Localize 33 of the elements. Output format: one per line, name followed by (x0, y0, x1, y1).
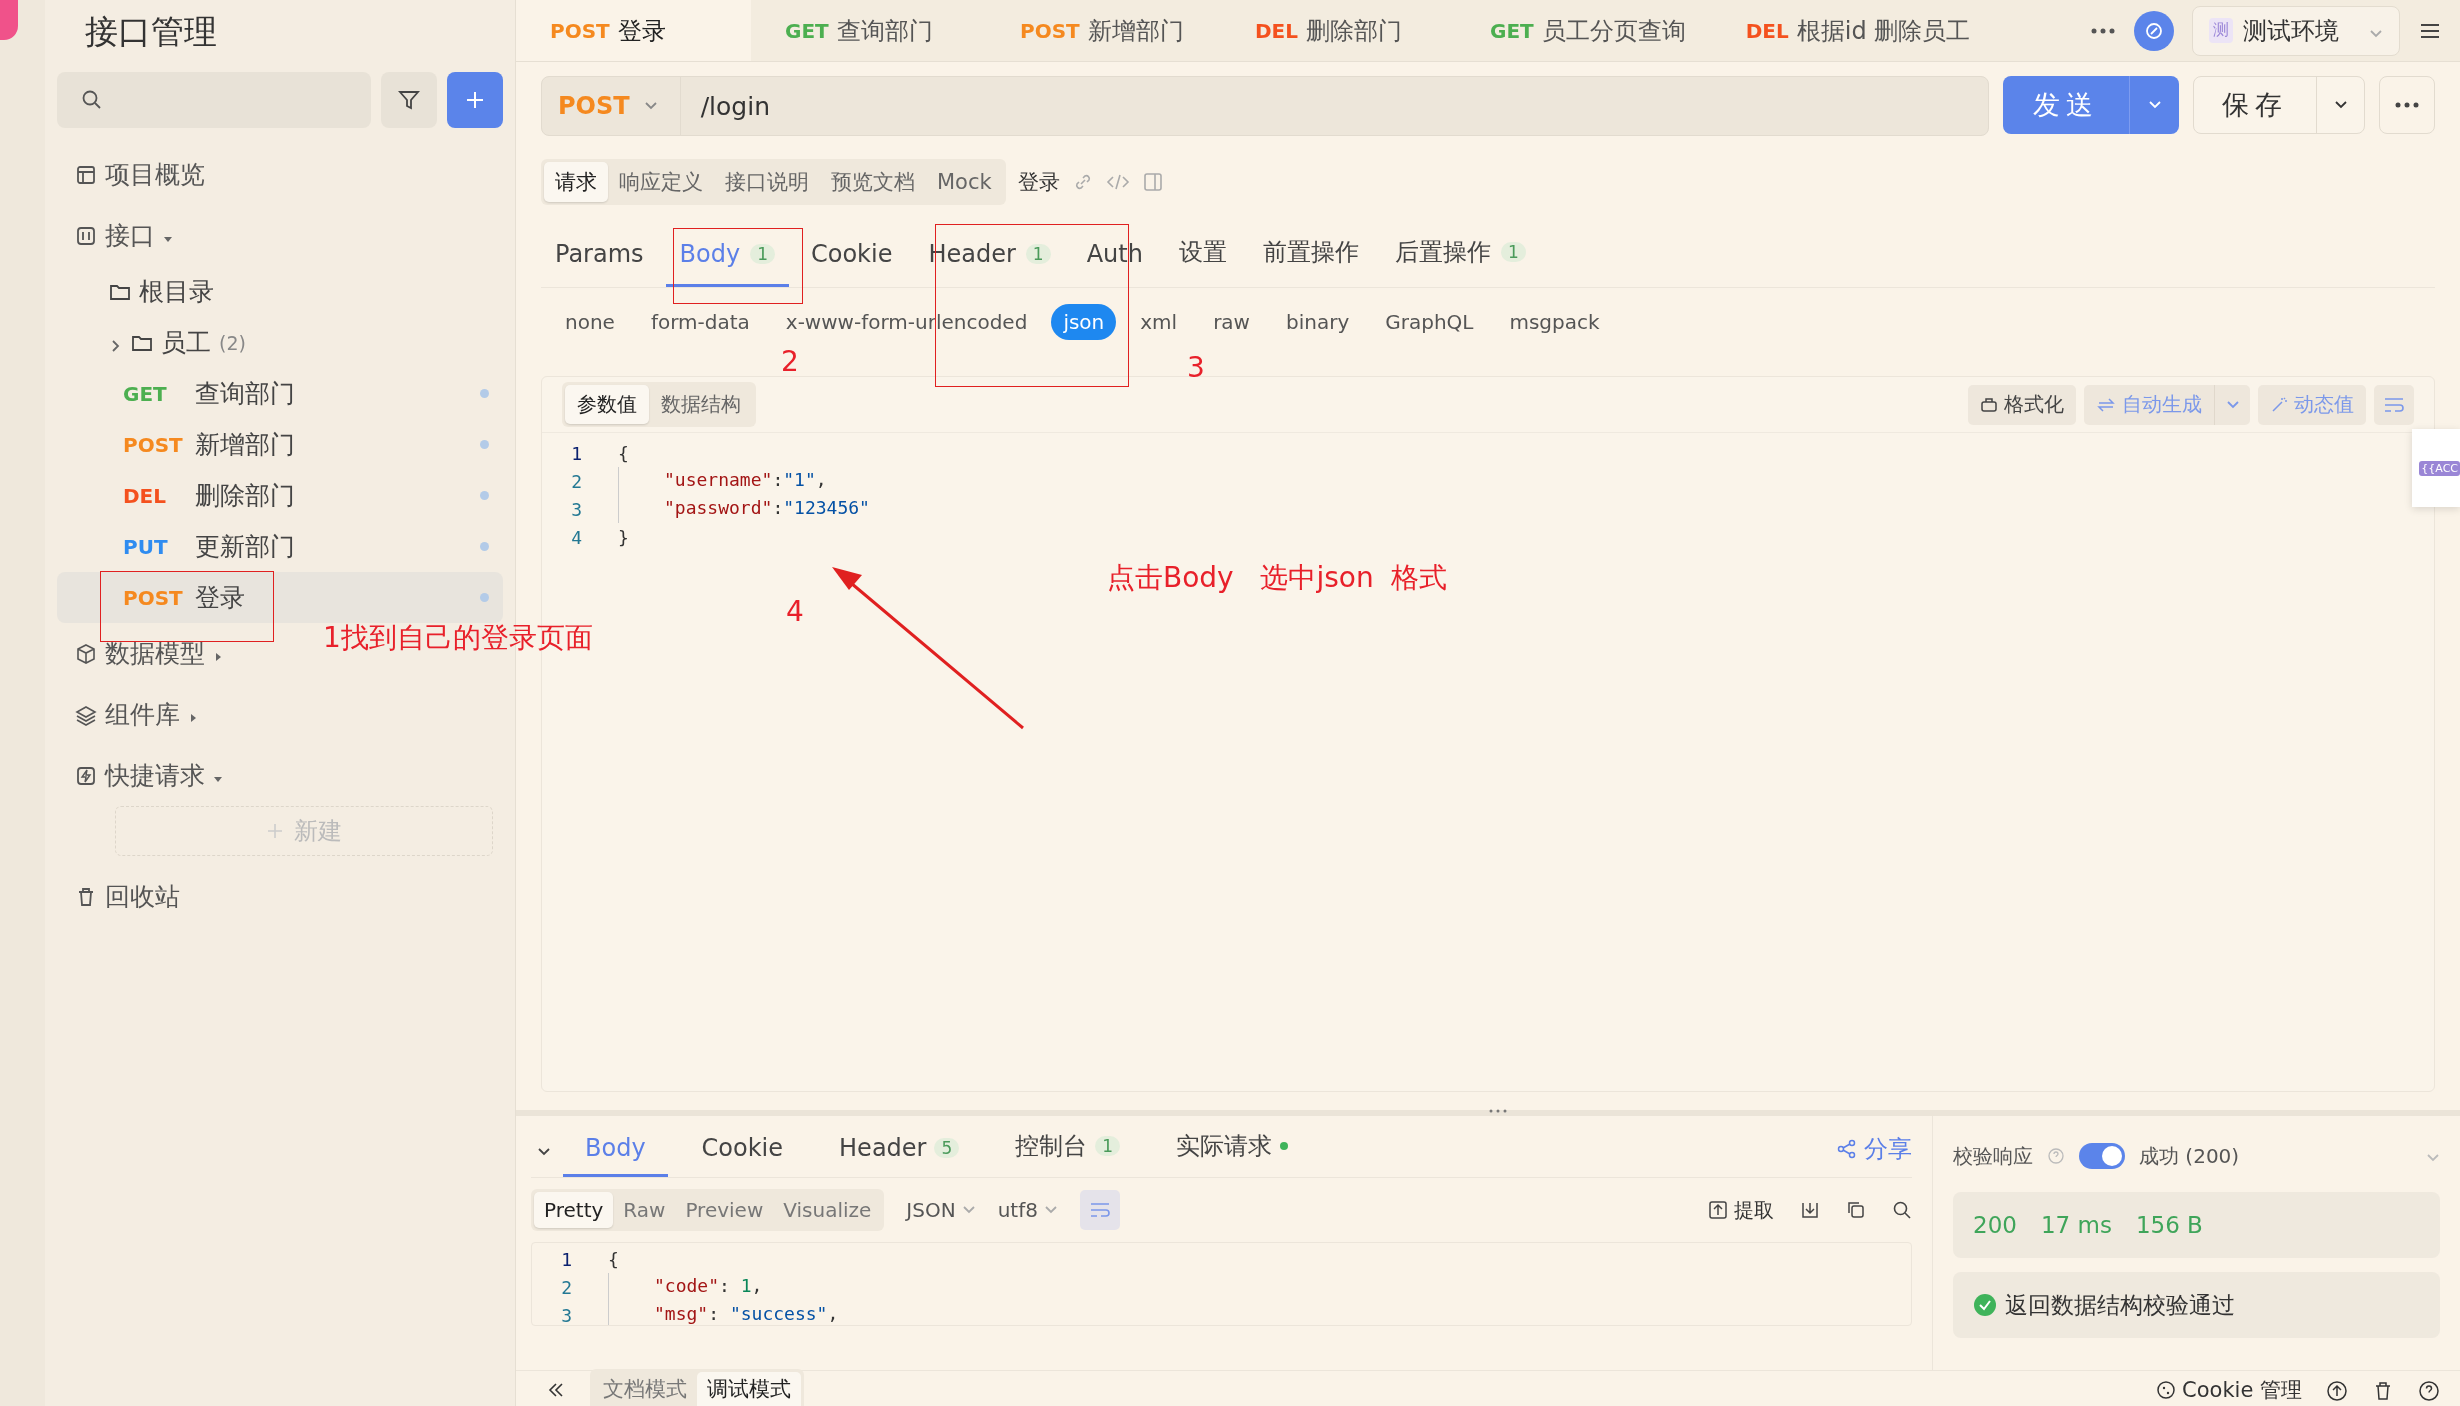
method-label: POST (123, 432, 184, 457)
annotation-text: 点击Body 选中json 格式 (1107, 564, 1448, 592)
code-line: "code": 1, (592, 1273, 763, 1301)
validation-label: 校验响应 (1953, 1142, 2033, 1170)
line-number: 2 (570, 470, 583, 492)
line-number: 4 (570, 526, 583, 548)
response-time: 17 ms (2040, 1212, 2112, 1238)
code-line: "password":"123456" (602, 495, 870, 523)
line-number: 3 (560, 1304, 573, 1325)
line-number: 1 (560, 1248, 573, 1270)
line-number: 3 (570, 498, 583, 520)
code-line: "username":"1", (602, 467, 827, 495)
method-label: DEL (123, 483, 167, 508)
panel-title: 接口管理 (84, 11, 218, 53)
annotation-text: 1找到自己的登录页面 (323, 624, 593, 652)
validation-message: 返回数据结构校验通过 (2005, 1290, 2235, 1320)
status-code: 200 (1973, 1212, 2017, 1238)
code-line: } (617, 526, 629, 548)
code-line: { (617, 442, 629, 464)
line-number: 1 (570, 442, 583, 464)
line-number: 2 (560, 1276, 573, 1298)
annotation-text: 4 (786, 598, 804, 626)
response-size: 156 B (2135, 1212, 2203, 1238)
annotation-text: 2 (781, 348, 799, 376)
variable-tag: {{ACC (2419, 460, 2460, 476)
item-count: (2) (219, 331, 246, 354)
method-label: PUT (123, 534, 169, 559)
code-line: { (607, 1248, 619, 1270)
annotation-text: 3 (1187, 354, 1205, 382)
endpoint-name: 登录 (1017, 169, 1060, 196)
method-label: POST (123, 585, 184, 610)
method-label: GET (123, 381, 168, 406)
code-line: "msg": "success", (592, 1301, 839, 1325)
